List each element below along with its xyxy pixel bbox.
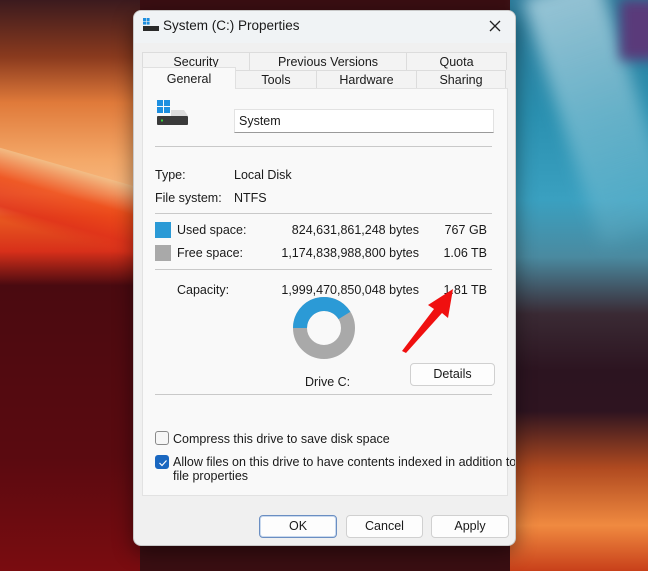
used-space-swatch bbox=[155, 222, 171, 238]
file-system-label: File system: bbox=[155, 191, 222, 205]
general-tab-panel: Type: Local Disk File system: NTFS Used … bbox=[142, 88, 515, 496]
used-space-label: Used space: bbox=[177, 223, 247, 237]
tab-general[interactable]: General bbox=[142, 67, 236, 89]
drive-icon bbox=[143, 18, 159, 31]
close-button[interactable] bbox=[475, 11, 515, 41]
usage-donut-chart bbox=[293, 297, 355, 359]
index-label-line2[interactable]: file properties bbox=[173, 469, 248, 483]
free-space-bytes: 1,174,838,988,800 bytes bbox=[281, 246, 419, 260]
divider bbox=[155, 213, 492, 214]
tab-hardware[interactable]: Hardware bbox=[316, 70, 417, 88]
drive-label: Drive C: bbox=[305, 375, 351, 389]
compress-checkbox[interactable] bbox=[155, 431, 169, 445]
tab-quota[interactable]: Quota bbox=[406, 52, 507, 70]
index-checkbox[interactable] bbox=[155, 455, 169, 469]
divider bbox=[155, 146, 492, 147]
divider bbox=[155, 269, 492, 270]
capacity-bytes: 1,999,470,850,048 bytes bbox=[281, 283, 419, 297]
index-label-line1[interactable]: Allow files on this drive to have conten… bbox=[173, 455, 515, 469]
tab-sharing[interactable]: Sharing bbox=[416, 70, 506, 88]
details-button[interactable]: Details bbox=[410, 363, 495, 386]
tab-previous-versions[interactable]: Previous Versions bbox=[249, 52, 407, 70]
capacity-size: 1.81 TB bbox=[443, 283, 487, 297]
capacity-label: Capacity: bbox=[177, 283, 230, 297]
wallpaper-left bbox=[0, 0, 140, 571]
close-icon bbox=[489, 20, 501, 32]
free-space-label: Free space: bbox=[177, 246, 244, 260]
cancel-button[interactable]: Cancel bbox=[346, 515, 423, 538]
used-space-bytes: 824,631,861,248 bytes bbox=[291, 223, 419, 237]
wallpaper-accent bbox=[620, 0, 648, 60]
apply-button[interactable]: Apply bbox=[431, 515, 509, 538]
drive-icon-large bbox=[157, 100, 188, 125]
free-space-size: 1.06 TB bbox=[443, 246, 487, 260]
checkmark-icon bbox=[159, 460, 167, 467]
tab-row-front: General Tools Hardware Sharing bbox=[142, 67, 506, 89]
compress-label[interactable]: Compress this drive to save disk space bbox=[173, 432, 390, 446]
window-title: System (C:) Properties bbox=[163, 18, 300, 33]
tab-tools[interactable]: Tools bbox=[235, 70, 317, 88]
free-space-swatch bbox=[155, 245, 171, 261]
drive-name-input[interactable] bbox=[234, 109, 494, 133]
type-label: Type: bbox=[155, 168, 186, 182]
donut-used-arc bbox=[293, 297, 351, 329]
divider bbox=[155, 394, 492, 395]
title-bar[interactable]: System (C:) Properties bbox=[134, 11, 515, 43]
properties-dialog: System (C:) Properties Security Previous… bbox=[133, 10, 516, 546]
file-system-value: NTFS bbox=[234, 191, 267, 205]
type-value: Local Disk bbox=[234, 168, 292, 182]
ok-button[interactable]: OK bbox=[259, 515, 337, 538]
used-space-size: 767 GB bbox=[444, 223, 487, 237]
